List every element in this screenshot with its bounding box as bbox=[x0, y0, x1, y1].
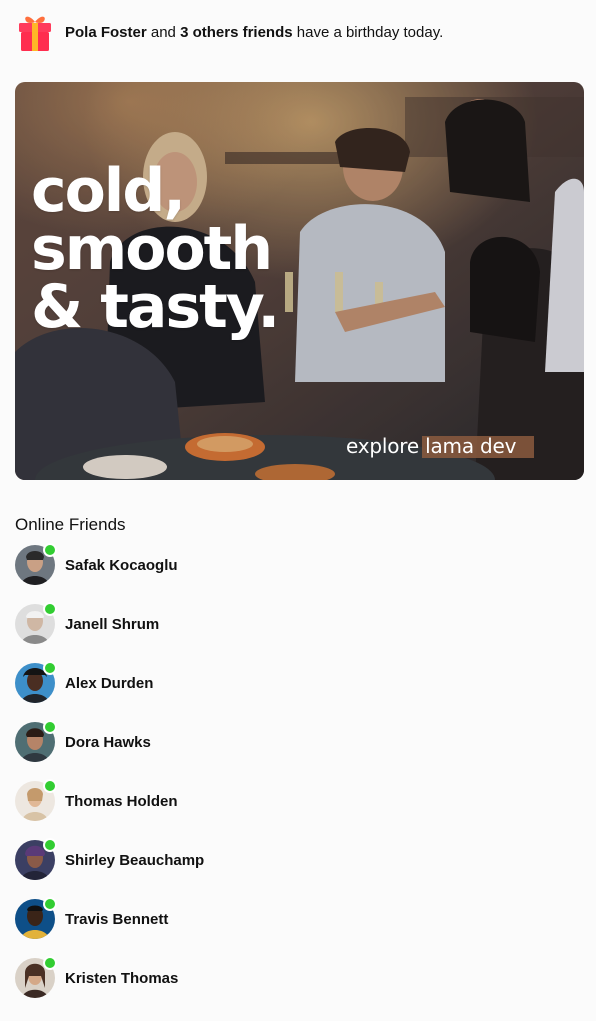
ad-headline-line: smooth bbox=[31, 214, 273, 284]
friend-item[interactable]: Safak Kocaoglu bbox=[15, 543, 204, 585]
online-status-indicator bbox=[43, 897, 57, 911]
avatar-container bbox=[15, 543, 57, 585]
avatar-container bbox=[15, 897, 57, 939]
friend-name[interactable]: Alex Durden bbox=[65, 675, 153, 692]
birthday-suffix: have a birthday today. bbox=[296, 23, 444, 41]
ad-brand-text: explore lama dev bbox=[346, 434, 517, 458]
friend-name[interactable]: Thomas Holden bbox=[65, 793, 178, 810]
friend-name[interactable]: Janell Shrum bbox=[65, 616, 159, 633]
online-status-indicator bbox=[43, 661, 57, 675]
online-status-indicator bbox=[43, 956, 57, 970]
ad-headline-line: & tasty. bbox=[31, 272, 280, 342]
friend-item[interactable]: Dora Hawks bbox=[15, 720, 204, 762]
friend-name[interactable]: Travis Bennett bbox=[65, 911, 168, 928]
friend-item[interactable]: Travis Bennett bbox=[15, 897, 204, 939]
birthday-others[interactable]: 3 others friends bbox=[180, 24, 293, 41]
avatar-container bbox=[15, 779, 57, 821]
friend-item[interactable]: Shirley Beauchamp bbox=[15, 838, 204, 880]
friend-item[interactable]: Thomas Holden bbox=[15, 779, 204, 821]
online-friends-title: Online Friends bbox=[15, 515, 126, 534]
online-status-indicator bbox=[43, 602, 57, 616]
ad-headline: cold, smooth & tasty. bbox=[31, 156, 280, 342]
avatar-container bbox=[15, 661, 57, 703]
avatar-container bbox=[15, 602, 57, 644]
friend-name[interactable]: Safak Kocaoglu bbox=[65, 557, 178, 574]
online-friends-list: Safak Kocaoglu Janell Shrum Alex Durden bbox=[15, 543, 204, 1017]
birthday-text: Pola Foster and 3 others friends have a … bbox=[65, 24, 443, 41]
ad-headline-line: cold, bbox=[31, 156, 186, 226]
friend-item[interactable]: Kristen Thomas bbox=[15, 956, 204, 998]
gift-icon bbox=[19, 16, 51, 51]
friend-name[interactable]: Dora Hawks bbox=[65, 734, 151, 751]
friend-item[interactable]: Alex Durden bbox=[15, 661, 204, 703]
birthday-person[interactable]: Pola Foster bbox=[65, 24, 147, 41]
birthday-connector: and bbox=[150, 23, 176, 41]
online-status-indicator bbox=[43, 779, 57, 793]
friend-item[interactable]: Janell Shrum bbox=[15, 602, 204, 644]
ad-banner[interactable]: cold, smooth & tasty. explore lama dev bbox=[15, 82, 584, 480]
friend-name[interactable]: Kristen Thomas bbox=[65, 970, 178, 987]
friend-name[interactable]: Shirley Beauchamp bbox=[65, 852, 204, 869]
avatar-container bbox=[15, 838, 57, 880]
online-status-indicator bbox=[43, 543, 57, 557]
online-status-indicator bbox=[43, 720, 57, 734]
online-status-indicator bbox=[43, 838, 57, 852]
avatar-container bbox=[15, 720, 57, 762]
birthday-notice: Pola Foster and 3 others friends have a … bbox=[15, 12, 443, 52]
avatar-container bbox=[15, 956, 57, 998]
